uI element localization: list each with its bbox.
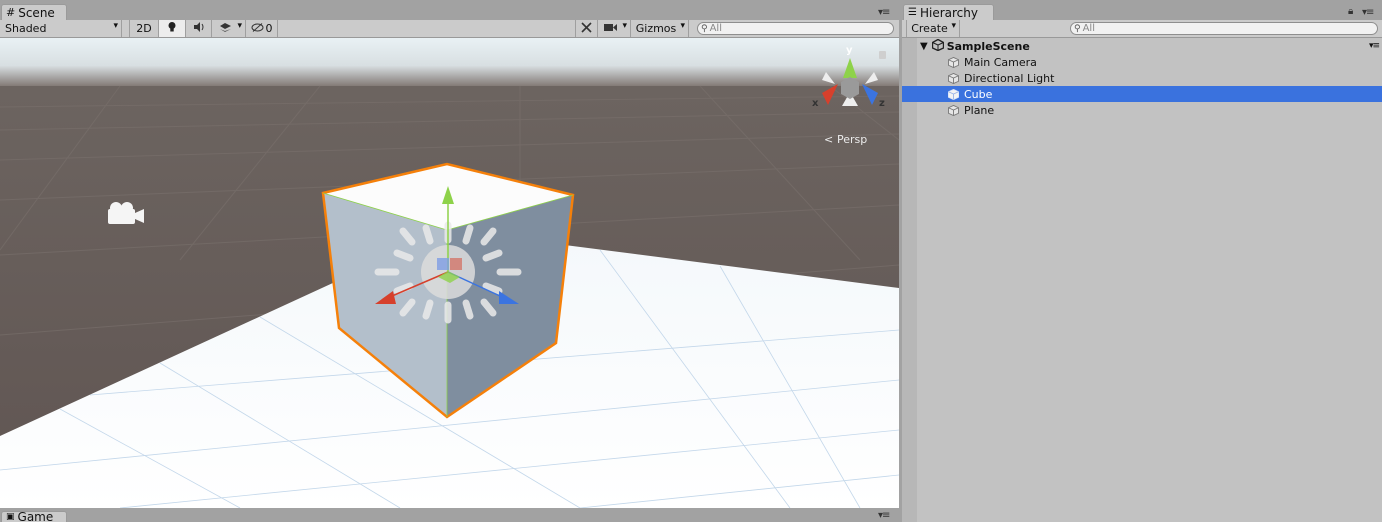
2d-toggle-label: 2D bbox=[136, 22, 152, 35]
unity-scene-icon bbox=[931, 38, 944, 54]
tab-scene[interactable]: # Scene bbox=[1, 4, 67, 21]
hierarchy-item-label: Directional Light bbox=[964, 71, 1055, 85]
tab-scene-label: Scene bbox=[18, 6, 55, 20]
hierarchy-menu-icon[interactable]: ▾≡ bbox=[1362, 7, 1374, 18]
create-dropdown[interactable]: Create bbox=[906, 20, 960, 37]
gameobject-cube-icon bbox=[948, 104, 959, 116]
hierarchy-panel: ☰ Hierarchy 🔒︎ ▾≡ Create ⚲ All ▼ SampleS… bbox=[902, 0, 1382, 522]
grid-icon: # bbox=[6, 6, 16, 19]
shading-mode-label: Shaded bbox=[5, 22, 47, 35]
tab-hierarchy-label: Hierarchy bbox=[919, 6, 978, 20]
scene-search-placeholder: All bbox=[709, 23, 722, 34]
axis-label-y: y bbox=[846, 45, 853, 56]
sky bbox=[0, 38, 899, 88]
game-controller-icon: ▣ bbox=[6, 512, 15, 522]
hierarchy-item-label: Cube bbox=[964, 87, 993, 101]
shading-mode-dropdown[interactable]: Shaded bbox=[0, 20, 122, 37]
hierarchy-item-label: Plane bbox=[964, 103, 995, 117]
scene-search-wrap: ⚲ All bbox=[689, 22, 899, 35]
search-icon: ⚲ bbox=[701, 23, 708, 34]
hidden-objects-count: 0 bbox=[265, 22, 273, 35]
scene-tab-strip: # Scene ▾≡ bbox=[0, 0, 899, 21]
camera-settings-dropdown[interactable] bbox=[598, 20, 631, 37]
list-icon: ☰ bbox=[908, 7, 917, 18]
speaker-icon bbox=[193, 22, 205, 35]
tools-button[interactable] bbox=[575, 20, 598, 37]
hierarchy-search-wrap: ⚲ All bbox=[1070, 22, 1378, 35]
scene-root-row[interactable]: ▼ SampleScene ▾≡ bbox=[902, 38, 1382, 54]
lighting-toggle-button[interactable] bbox=[159, 20, 186, 37]
hierarchy-item-label: Main Camera bbox=[964, 55, 1037, 69]
tab-game-label: Game bbox=[17, 510, 54, 522]
eye-slash-icon bbox=[251, 22, 264, 35]
search-icon: ⚲ bbox=[1074, 23, 1081, 34]
gizmos-dropdown[interactable]: Gizmos bbox=[631, 20, 689, 37]
tab-game[interactable]: ▣ Game bbox=[1, 511, 67, 522]
audio-toggle-button[interactable] bbox=[186, 20, 212, 37]
hierarchy-search-placeholder: All bbox=[1082, 23, 1095, 34]
projection-label: Persp bbox=[837, 133, 867, 146]
scene-panel: # Scene ▾≡ Shaded 2D bbox=[0, 0, 899, 510]
gameobject-cube-icon bbox=[948, 72, 959, 84]
effects-icon bbox=[219, 22, 232, 36]
axis-label-z: z bbox=[879, 98, 885, 109]
game-tab-strip: ▣ Game ▾≡ bbox=[0, 508, 899, 522]
axis-label-x: x bbox=[812, 98, 819, 109]
scene-viewport[interactable]: y x z < Persp bbox=[0, 38, 899, 508]
gameobject-cube-icon bbox=[948, 56, 959, 68]
gameobject-cube-icon bbox=[948, 88, 959, 100]
hierarchy-item-directional-light[interactable]: Directional Light bbox=[902, 70, 1382, 86]
hierarchy-toolbar: Create ⚲ All bbox=[902, 20, 1382, 38]
hidden-objects-toggle[interactable]: 0 bbox=[246, 20, 278, 37]
hierarchy-list: ▼ SampleScene ▾≡ Main Camera Directional… bbox=[902, 38, 1382, 118]
wrench-icon bbox=[581, 21, 592, 36]
lock-icon[interactable]: 🔒︎ bbox=[1348, 6, 1353, 17]
scene-toolbar: Shaded 2D 0 bbox=[0, 20, 899, 38]
gizmos-label: Gizmos bbox=[635, 22, 677, 35]
lock-icon[interactable] bbox=[879, 51, 886, 59]
expand-triangle-icon[interactable]: ▼ bbox=[920, 41, 928, 52]
hierarchy-search-input[interactable]: ⚲ All bbox=[1070, 22, 1378, 35]
toolbar-spacer bbox=[122, 20, 130, 37]
projection-toggle[interactable]: < Persp bbox=[824, 133, 867, 146]
tab-hierarchy[interactable]: ☰ Hierarchy bbox=[903, 4, 994, 21]
effects-dropdown[interactable] bbox=[212, 20, 246, 37]
scene-options-icon[interactable]: ▾≡ bbox=[1369, 41, 1380, 51]
create-label: Create bbox=[911, 22, 948, 35]
video-camera-icon bbox=[604, 22, 617, 35]
hierarchy-item-plane[interactable]: Plane bbox=[902, 102, 1382, 118]
persp-icon: < bbox=[824, 133, 833, 146]
lightbulb-icon bbox=[167, 21, 177, 36]
scene-search-input[interactable]: ⚲ All bbox=[697, 22, 894, 35]
hierarchy-item-cube[interactable]: Cube bbox=[902, 86, 1382, 102]
hierarchy-item-main-camera[interactable]: Main Camera bbox=[902, 54, 1382, 70]
hierarchy-tab-strip: ☰ Hierarchy 🔒︎ ▾≡ bbox=[902, 0, 1382, 21]
panel-menu-icon[interactable]: ▾≡ bbox=[878, 7, 890, 18]
scene-name: SampleScene bbox=[946, 39, 1030, 53]
2d-toggle-button[interactable]: 2D bbox=[130, 20, 159, 37]
game-panel-menu-icon[interactable]: ▾≡ bbox=[878, 510, 890, 521]
